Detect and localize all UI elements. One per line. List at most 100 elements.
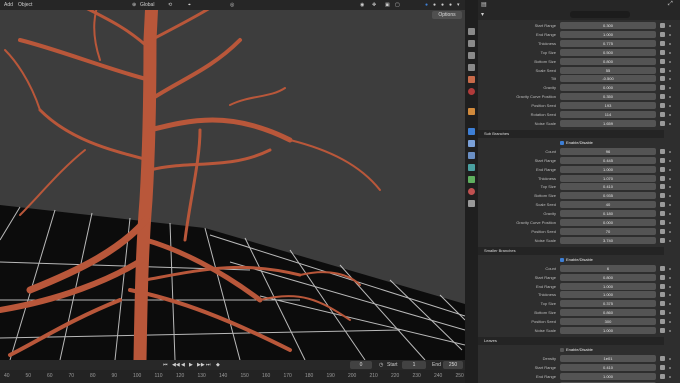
visibility-icon[interactable]: ◉ bbox=[360, 0, 364, 10]
property-value-field[interactable]: 6 bbox=[560, 264, 656, 272]
play-icon[interactable]: ▶ bbox=[189, 361, 193, 369]
checkbox-icon[interactable] bbox=[560, 140, 564, 145]
property-value-field[interactable]: 3.740 bbox=[560, 236, 656, 244]
checkbox-icon[interactable] bbox=[560, 257, 564, 262]
animate-dot-icon[interactable] bbox=[669, 312, 671, 315]
keyframe-toggle-icon[interactable] bbox=[660, 166, 665, 172]
animate-dot-icon[interactable] bbox=[669, 78, 671, 81]
keyframe-toggle-icon[interactable] bbox=[660, 85, 665, 91]
keyframe-toggle-icon[interactable] bbox=[660, 319, 665, 325]
property-value-field[interactable]: 0.410 bbox=[560, 183, 656, 191]
property-value-field[interactable]: 55 bbox=[560, 66, 656, 74]
property-value-field[interactable]: 0.180 bbox=[560, 210, 656, 218]
keyframe-toggle-icon[interactable] bbox=[660, 112, 665, 117]
property-value-field[interactable]: 40 bbox=[560, 201, 656, 209]
current-frame-field[interactable]: 0 bbox=[350, 361, 372, 369]
property-value-field[interactable]: 0.935 bbox=[560, 192, 656, 200]
shading-wire-icon[interactable]: ● bbox=[449, 0, 452, 10]
animate-dot-icon[interactable] bbox=[669, 150, 671, 153]
options-button[interactable]: Options bbox=[432, 11, 462, 19]
constraints-tab-icon[interactable] bbox=[468, 164, 475, 171]
property-value-field[interactable]: 0.500 bbox=[560, 48, 656, 56]
snap-icon[interactable]: ⌖ bbox=[188, 0, 191, 10]
animate-dot-icon[interactable] bbox=[669, 105, 671, 108]
property-value-field[interactable]: 0.000 bbox=[560, 219, 656, 226]
data-tab-icon[interactable] bbox=[468, 176, 475, 183]
property-value-field[interactable]: 1.000 bbox=[560, 372, 656, 380]
xray-icon[interactable]: ▢ bbox=[395, 0, 400, 10]
keyframe-toggle-icon[interactable] bbox=[660, 157, 665, 163]
animate-dot-icon[interactable] bbox=[669, 51, 671, 54]
keyframe-toggle-icon[interactable] bbox=[660, 76, 665, 82]
property-value-field[interactable]: 0.350 bbox=[560, 93, 656, 101]
property-value-field[interactable]: 1.000 bbox=[560, 165, 656, 173]
shading-material-icon[interactable]: ● bbox=[433, 0, 436, 10]
animate-dot-icon[interactable] bbox=[669, 230, 671, 233]
gizmo-icon[interactable]: ✥ bbox=[372, 0, 376, 10]
keyframe-toggle-icon[interactable] bbox=[660, 120, 665, 126]
keyframe-toggle-icon[interactable] bbox=[660, 355, 665, 361]
world-tab-icon[interactable] bbox=[468, 88, 475, 95]
property-value-field[interactable]: 70 bbox=[560, 227, 656, 235]
keyframe-toggle-icon[interactable] bbox=[660, 220, 665, 225]
animate-dot-icon[interactable] bbox=[669, 33, 671, 36]
animate-dot-icon[interactable] bbox=[669, 276, 671, 279]
animate-dot-icon[interactable] bbox=[669, 239, 671, 242]
keyframe-toggle-icon[interactable] bbox=[660, 58, 665, 64]
property-value-field[interactable]: 0.800 bbox=[560, 57, 656, 65]
animate-dot-icon[interactable] bbox=[669, 69, 671, 72]
property-value-field[interactable]: 1.000 bbox=[560, 291, 656, 299]
keyframe-toggle-icon[interactable] bbox=[660, 274, 665, 280]
animate-dot-icon[interactable] bbox=[669, 186, 671, 189]
editor-type-icon[interactable]: ▤ bbox=[481, 1, 487, 8]
property-value-field[interactable]: 300 bbox=[560, 318, 656, 326]
output-tab-icon[interactable] bbox=[468, 52, 475, 59]
property-value-field[interactable]: -0.500 bbox=[560, 75, 656, 83]
property-value-field[interactable]: 193 bbox=[560, 102, 656, 110]
modifier-tab-icon[interactable] bbox=[468, 128, 475, 135]
animate-dot-icon[interactable] bbox=[669, 303, 671, 306]
keyframe-toggle-icon[interactable] bbox=[660, 193, 665, 199]
keyframe-toggle-icon[interactable] bbox=[660, 310, 665, 316]
animate-dot-icon[interactable] bbox=[669, 195, 671, 198]
keyframe-toggle-icon[interactable] bbox=[660, 373, 665, 379]
keyframe-toggle-icon[interactable] bbox=[660, 49, 665, 55]
animate-dot-icon[interactable] bbox=[669, 330, 671, 332]
property-value-field[interactable]: 96 bbox=[560, 147, 656, 155]
texture-tab-icon[interactable] bbox=[468, 200, 475, 207]
keyframe-toggle-icon[interactable] bbox=[660, 202, 665, 208]
animate-dot-icon[interactable] bbox=[669, 375, 671, 378]
view-layer-tab-icon[interactable] bbox=[468, 64, 475, 71]
jump-start-icon[interactable]: ⏮ bbox=[163, 361, 168, 369]
property-value-field[interactable]: 1.000 bbox=[560, 30, 656, 38]
object-menu[interactable]: Object bbox=[18, 0, 32, 10]
animate-dot-icon[interactable] bbox=[669, 204, 671, 207]
animate-dot-icon[interactable] bbox=[669, 321, 671, 324]
keyframe-toggle-icon[interactable] bbox=[660, 211, 665, 217]
section-header-smaller-branches[interactable]: Smaller Branches bbox=[478, 246, 664, 255]
keyframe-toggle-icon[interactable] bbox=[660, 31, 665, 37]
shading-rendered-icon[interactable]: ● bbox=[441, 0, 444, 10]
end-frame-field[interactable]: 250 bbox=[443, 361, 463, 369]
property-value-field[interactable]: 0.300 bbox=[560, 22, 656, 29]
keyframe-toggle-icon[interactable] bbox=[660, 328, 665, 333]
animate-dot-icon[interactable] bbox=[669, 294, 671, 297]
tool-tab-icon[interactable] bbox=[468, 28, 475, 35]
keyframe-toggle-icon[interactable] bbox=[660, 301, 665, 307]
start-frame-field[interactable]: 1 bbox=[402, 361, 426, 369]
render-tab-icon[interactable] bbox=[468, 40, 475, 47]
physics-tab-icon[interactable] bbox=[468, 152, 475, 159]
keyframe-toggle-icon[interactable] bbox=[660, 292, 665, 298]
section-header-sub-branches[interactable]: Sub Branches bbox=[478, 129, 664, 138]
enable-checkbox[interactable]: Enable/Disable bbox=[560, 256, 660, 264]
keyframe-toggle-icon[interactable] bbox=[660, 283, 665, 289]
animate-dot-icon[interactable] bbox=[669, 366, 671, 369]
properties-search[interactable] bbox=[570, 11, 630, 18]
property-value-field[interactable]: 0.860 bbox=[560, 309, 656, 317]
property-value-field[interactable]: 1e01 bbox=[560, 354, 656, 362]
object-tab-icon[interactable] bbox=[468, 108, 475, 115]
3d-viewport[interactable]: Add Object ⊕ Global ⟲ ⌖ ◎ ◉ ✥ ▣ ▢ ● ● ● … bbox=[0, 0, 465, 383]
property-value-field[interactable]: 0.000 bbox=[560, 84, 656, 92]
animate-dot-icon[interactable] bbox=[669, 285, 671, 288]
enable-checkbox[interactable]: Enable/Disable bbox=[560, 139, 660, 147]
